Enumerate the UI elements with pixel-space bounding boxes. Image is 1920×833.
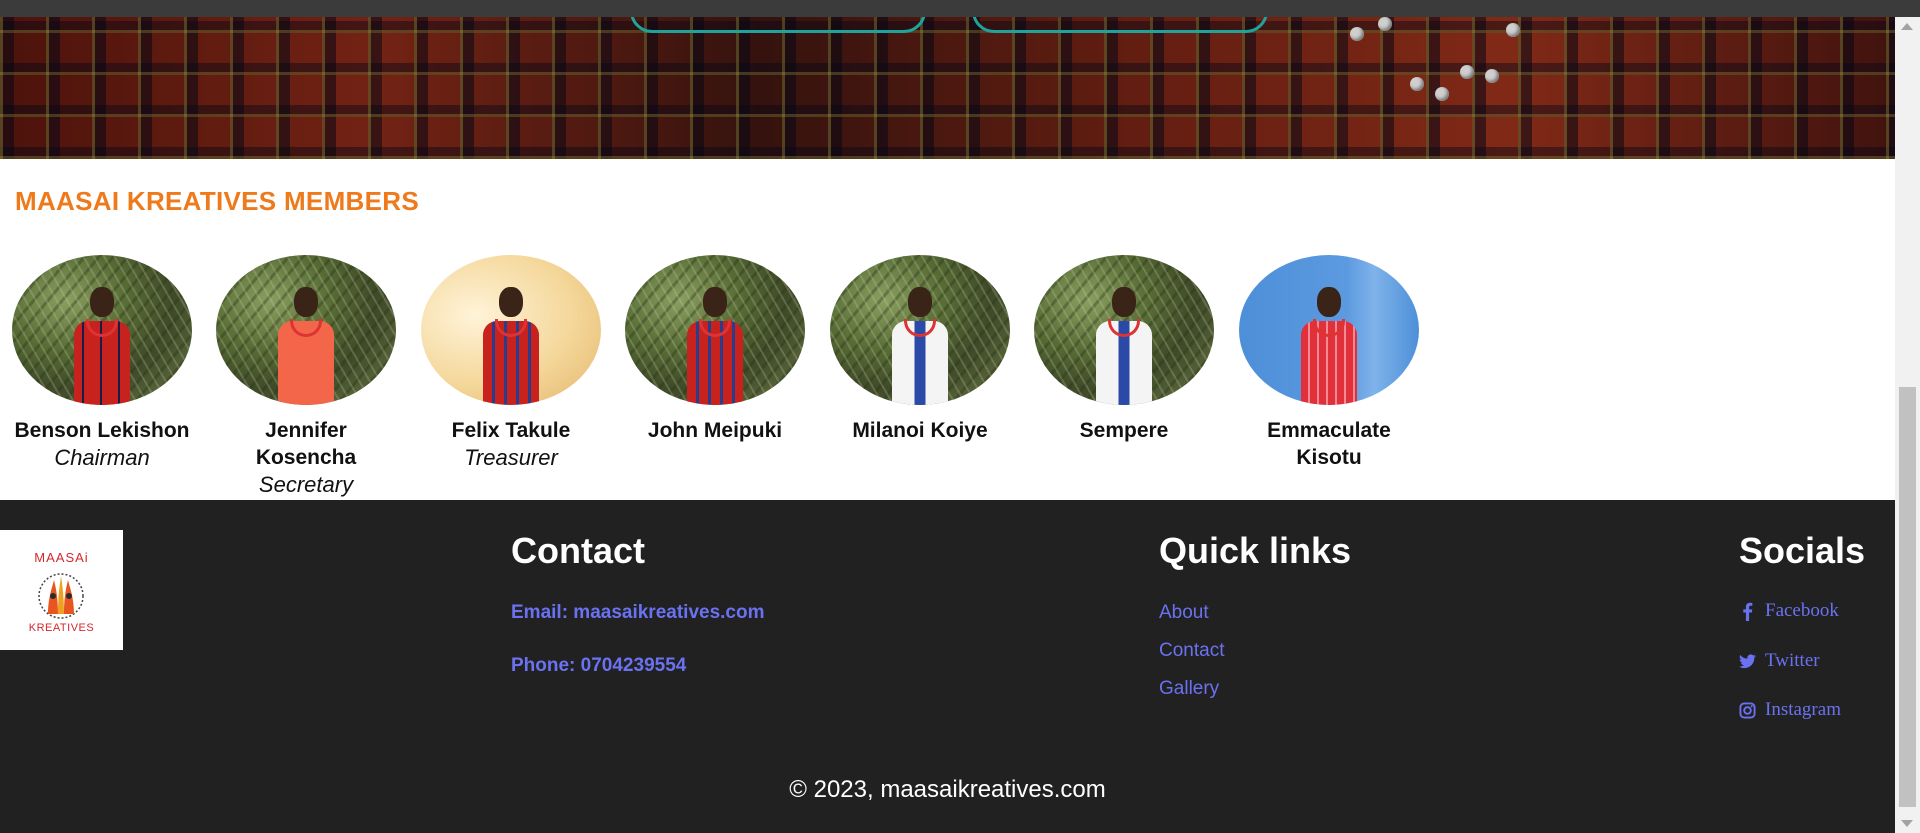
member-card: Milanoi Koiye	[820, 255, 1020, 444]
member-name: Felix Takule	[451, 419, 571, 442]
copyright-text: © 2023, maasaikreatives.com	[789, 776, 1106, 803]
contact-phone[interactable]: Phone: 0704239554	[511, 655, 686, 677]
member-photo	[216, 255, 396, 405]
member-name: Benson Lekishon	[14, 419, 190, 442]
scroll-up-arrow-icon[interactable]	[1901, 23, 1913, 30]
socials-heading: Socials	[1739, 530, 1866, 571]
member-photo	[1034, 255, 1214, 405]
browser-top-strip	[0, 0, 1920, 17]
scroll-down-arrow-icon[interactable]	[1901, 820, 1913, 827]
quick-link-about[interactable]: About	[1159, 602, 1209, 624]
logo-top-text: MAASAi	[34, 550, 89, 565]
member-card: Benson Lekishon Chairman	[2, 255, 202, 471]
social-label-twitter: Twitter	[1765, 650, 1820, 671]
quick-link-gallery[interactable]: Gallery	[1159, 678, 1219, 700]
member-role: Chairman	[54, 445, 150, 470]
member-card: Felix Takule Treasurer	[411, 255, 611, 471]
hero-button-right[interactable]	[972, 17, 1268, 33]
member-name: John Meipuki	[647, 419, 783, 442]
site-footer: MAASAi KREATIVES Contact Email: maasaikr…	[0, 500, 1895, 833]
member-role: Treasurer	[464, 445, 558, 470]
member-card: Sempere	[1024, 255, 1224, 444]
twitter-icon	[1739, 653, 1756, 668]
page-scrollbar[interactable]	[1895, 17, 1920, 833]
member-photo	[12, 255, 192, 405]
member-photo	[421, 255, 601, 405]
quick-links-heading: Quick links	[1159, 530, 1352, 571]
contact-heading: Contact	[511, 530, 645, 571]
logo-emblem-icon	[38, 573, 84, 619]
instagram-icon	[1739, 701, 1756, 719]
logo-bottom-text: KREATIVES	[28, 622, 95, 634]
members-section-title: MAASAI KREATIVES MEMBERS	[15, 186, 419, 216]
beaded-jewelry-decoration	[1330, 17, 1560, 159]
member-name: Sempere	[1079, 419, 1169, 442]
hero-button-left[interactable]	[630, 17, 926, 33]
facebook-icon	[1743, 602, 1753, 621]
member-name: Milanoi Koiye	[852, 419, 988, 442]
member-photo	[1239, 255, 1419, 405]
contact-email[interactable]: Email: maasaikreatives.com	[511, 602, 765, 624]
quick-link-contact[interactable]: Contact	[1159, 640, 1224, 662]
member-role: Secretary	[258, 472, 354, 497]
social-link-facebook[interactable]: Facebook	[1739, 600, 1839, 622]
member-photo	[830, 255, 1010, 405]
member-card: Emmaculate Kisotu	[1229, 255, 1429, 471]
maasai-kreatives-logo[interactable]: MAASAi KREATIVES	[0, 530, 123, 650]
social-link-instagram[interactable]: Instagram	[1739, 699, 1841, 721]
social-link-twitter[interactable]: Twitter	[1739, 650, 1820, 672]
member-card: Jennifer Kosencha Secretary	[206, 255, 406, 498]
member-name: Emmaculate Kisotu	[1267, 419, 1391, 469]
member-name: Jennifer Kosencha	[255, 419, 357, 469]
hero-banner-image	[0, 17, 1895, 159]
social-label-instagram: Instagram	[1765, 699, 1841, 720]
social-label-facebook: Facebook	[1765, 600, 1839, 621]
member-photo	[625, 255, 805, 405]
scrollbar-thumb[interactable]	[1899, 387, 1916, 807]
member-card: John Meipuki	[615, 255, 815, 444]
